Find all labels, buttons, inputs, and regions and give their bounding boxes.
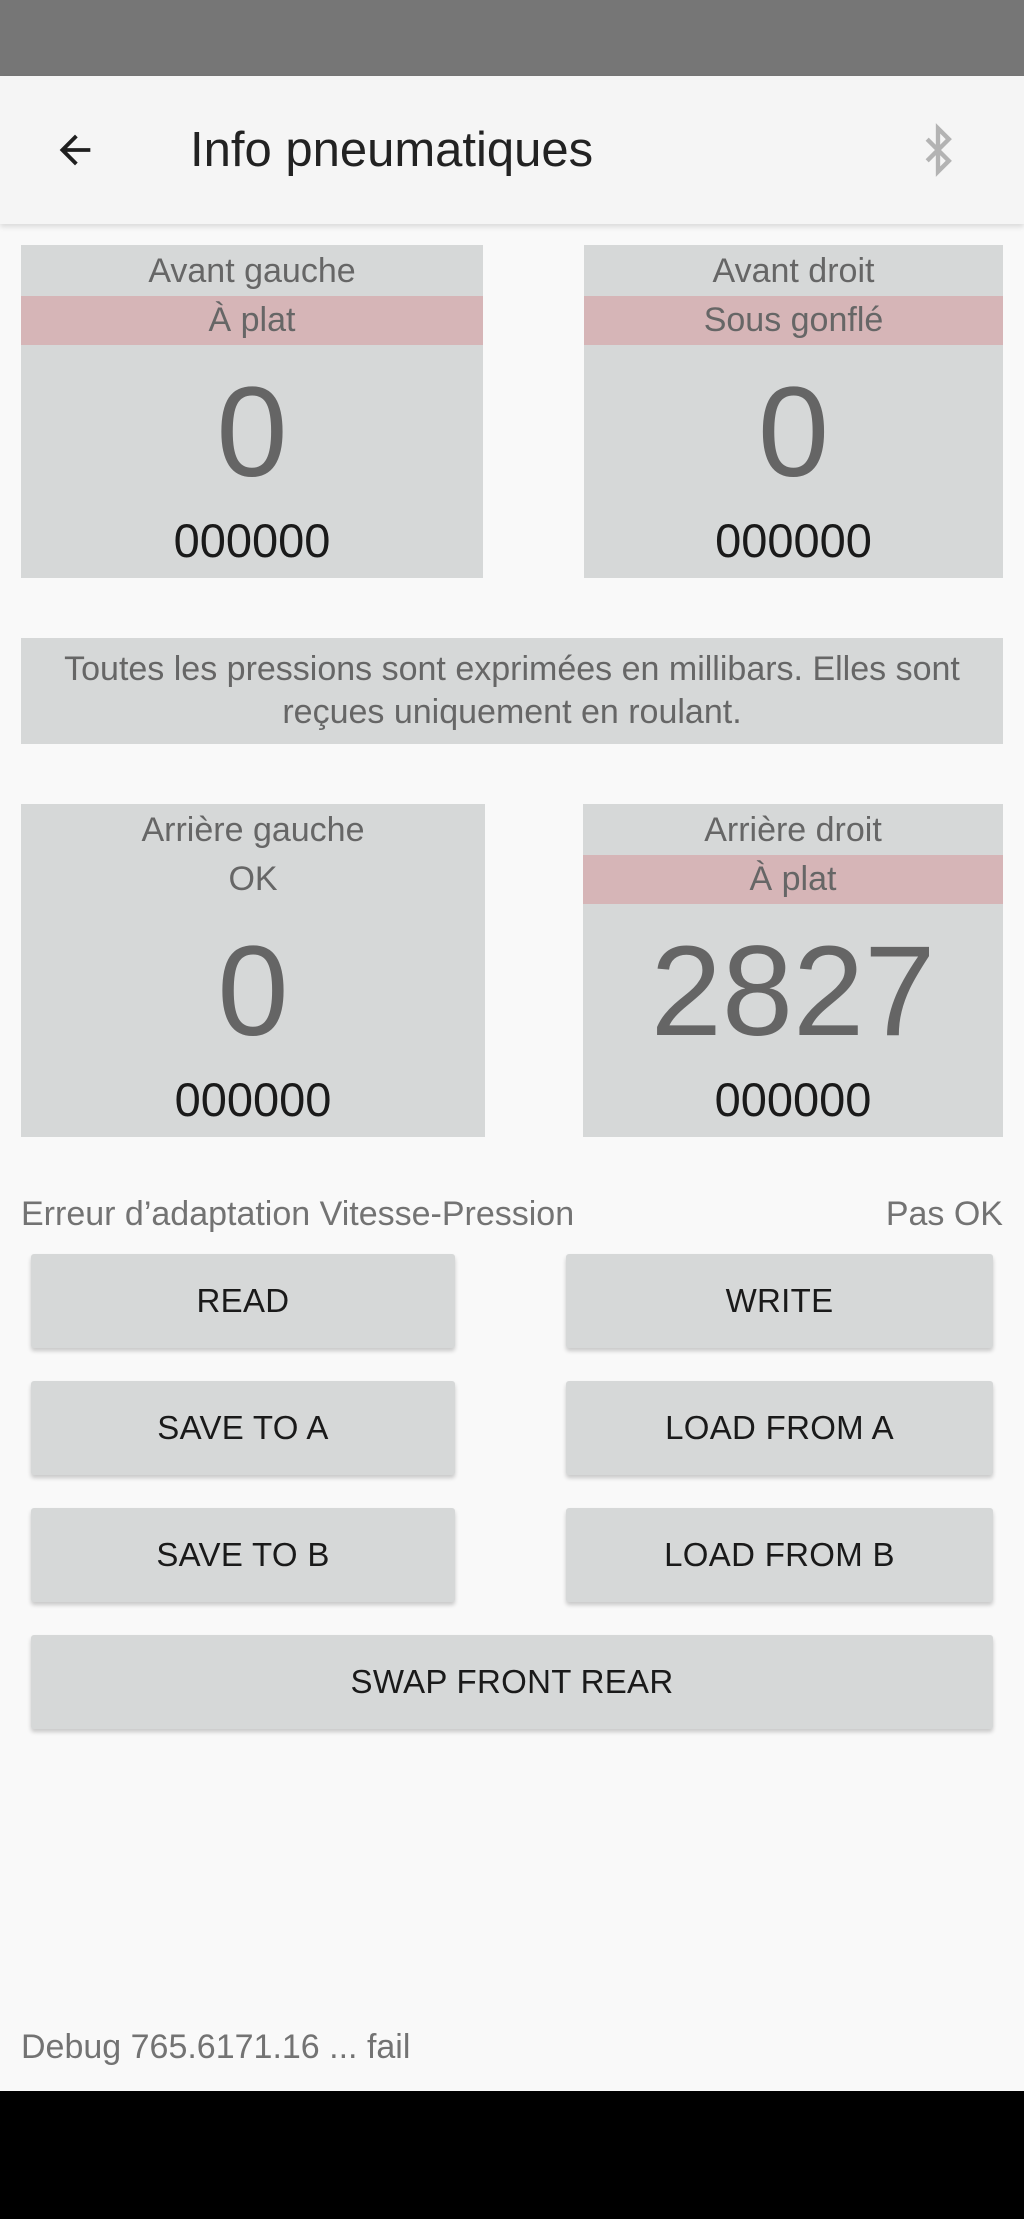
page-title: Info pneumatiques: [190, 123, 594, 177]
back-button[interactable]: [40, 120, 110, 180]
write-button[interactable]: WRITE: [566, 1254, 993, 1348]
info-notice-text: Toutes les pressions sont exprimées en m…: [64, 650, 960, 731]
info-notice: Toutes les pressions sont exprimées en m…: [21, 638, 1003, 744]
tire-status-badge: À plat: [583, 855, 1003, 904]
tire-name: Arrière gauche: [141, 811, 365, 849]
system-status-bar: [0, 0, 1024, 76]
tire-pressure-value: 0: [217, 920, 289, 1063]
system-navigation-bar: [0, 2091, 1024, 2219]
debug-status-text: Debug 765.6171.16 ... fail: [21, 2028, 411, 2066]
tire-pressure-value: 0: [757, 361, 830, 504]
speed-pressure-error-label: Erreur d’adaptation Vitesse-Pression: [21, 1195, 575, 1233]
tire-sensor-id: 000000: [174, 1073, 332, 1126]
load-from-b-button[interactable]: LOAD FROM B: [566, 1508, 993, 1602]
swap-front-rear-button[interactable]: SWAP FRONT REAR: [31, 1635, 993, 1729]
tire-name: Arrière droit: [704, 811, 882, 849]
speed-pressure-error-value: Pas OK: [885, 1195, 1003, 1233]
tire-pressure-value: 0: [216, 361, 288, 504]
tire-sensor-id: 000000: [714, 1073, 872, 1126]
save-to-a-button[interactable]: SAVE TO A: [31, 1381, 455, 1475]
tire-card-front-right: Avant droit Sous gonflé 0 000000: [584, 245, 1003, 578]
tire-sensor-id: 000000: [173, 514, 331, 567]
tire-card-rear-left: Arrière gauche OK 0 000000: [21, 804, 485, 1137]
tire-status-badge: OK: [228, 860, 278, 898]
tire-card-rear-right: Arrière droit À plat 2827 000000: [583, 804, 1003, 1137]
save-to-b-button[interactable]: SAVE TO B: [31, 1508, 455, 1602]
load-from-a-button[interactable]: LOAD FROM A: [566, 1381, 993, 1475]
tire-name: Avant gauche: [148, 252, 356, 290]
tire-card-front-left: Avant gauche À plat 0 000000: [21, 245, 483, 578]
tire-name: Avant droit: [712, 252, 875, 290]
bluetooth-button[interactable]: [905, 120, 970, 180]
read-button[interactable]: READ: [31, 1254, 455, 1348]
tire-pressure-value: 2827: [650, 920, 936, 1063]
arrow-back-icon: [59, 134, 91, 166]
tire-status-badge: À plat: [21, 296, 483, 345]
tire-status-badge: Sous gonflé: [584, 296, 1003, 345]
bluetooth-icon: [925, 123, 952, 177]
app-bar: Info pneumatiques: [0, 76, 1024, 224]
tire-sensor-id: 000000: [715, 514, 872, 567]
